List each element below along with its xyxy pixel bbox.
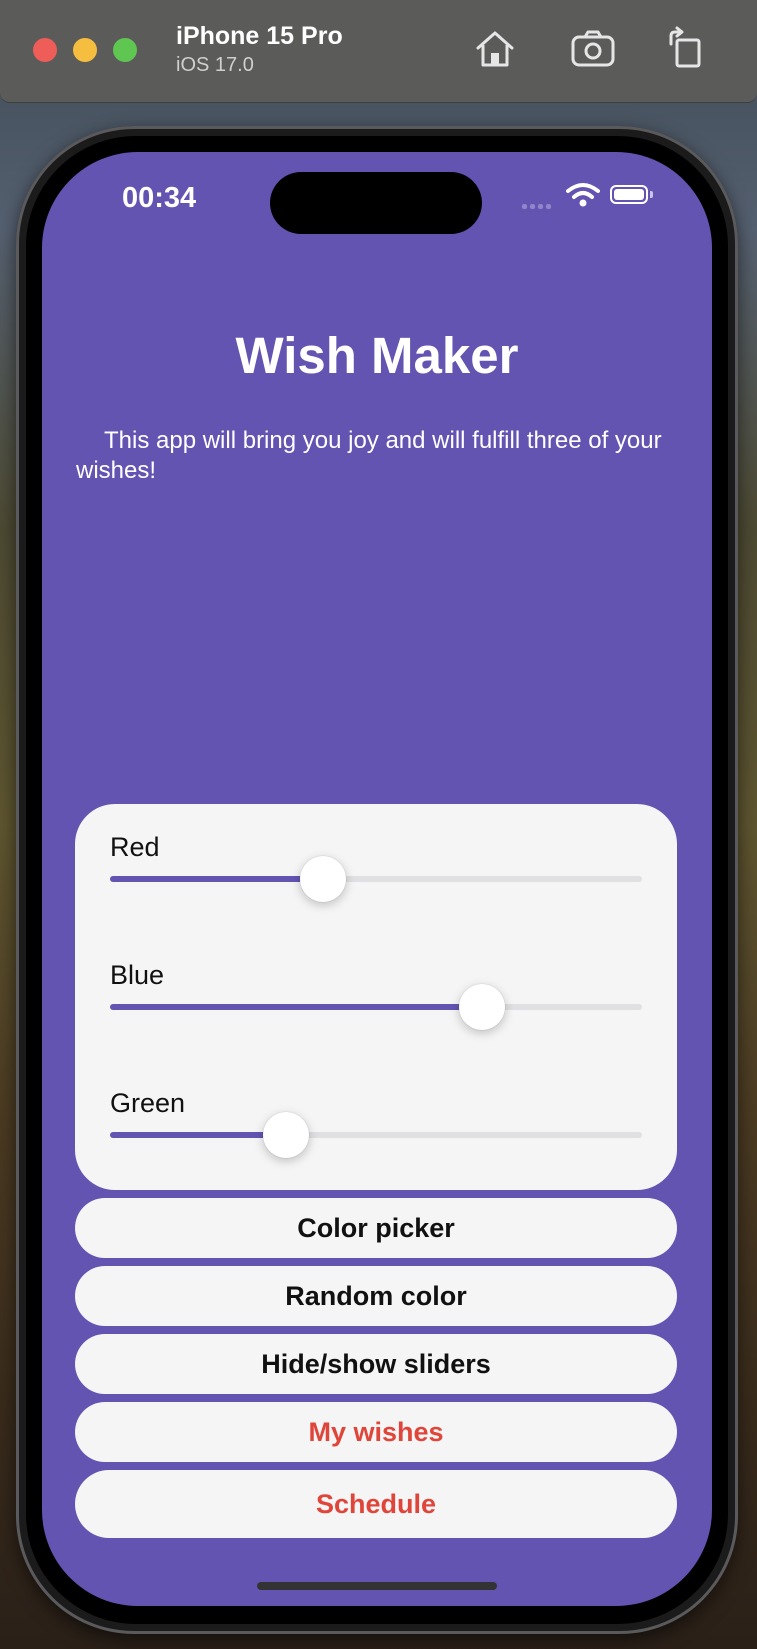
green-slider-thumb[interactable] <box>262 1112 309 1158</box>
zoom-window-button[interactable] <box>113 38 137 62</box>
blue-slider-group: Blue <box>110 960 642 1030</box>
my-wishes-button[interactable]: My wishes <box>75 1402 677 1462</box>
blue-slider[interactable] <box>110 984 642 1030</box>
simulator-toolbar: iPhone 15 Pro iOS 17.0 <box>0 0 757 103</box>
red-slider[interactable] <box>110 856 642 902</box>
home-indicator <box>257 1582 497 1590</box>
red-slider-thumb[interactable] <box>299 856 346 902</box>
schedule-button[interactable]: Schedule <box>75 1470 677 1538</box>
hide-show-sliders-button[interactable]: Hide/show sliders <box>75 1334 677 1394</box>
status-time: 00:34 <box>122 182 197 214</box>
green-slider-fill <box>110 1132 286 1138</box>
rotate-icon[interactable] <box>663 26 709 72</box>
wifi-icon <box>566 183 600 207</box>
dynamic-island <box>270 172 482 234</box>
color-picker-button[interactable]: Color picker <box>75 1198 677 1258</box>
blue-slider-label: Blue <box>110 960 165 990</box>
color-sliders-card: Red Blue Green <box>75 804 677 1190</box>
app-title: Wish Maker <box>235 327 519 384</box>
battery-tip <box>650 191 653 198</box>
blue-slider-fill <box>110 1004 483 1010</box>
screenshot-camera-icon[interactable] <box>570 26 616 72</box>
red-slider-fill <box>110 876 323 882</box>
red-slider-group: Red <box>110 832 642 902</box>
battery-icon <box>610 185 648 204</box>
close-window-button[interactable] <box>33 38 57 62</box>
device-name: iPhone 15 Pro <box>176 22 343 50</box>
green-slider[interactable] <box>110 1112 642 1158</box>
app-screen: 00:34 Wish Maker This app will bring you… <box>42 152 712 1606</box>
app-subtitle: This app will bring you joy and will ful… <box>76 427 662 484</box>
green-slider-label: Green <box>110 1088 186 1118</box>
green-slider-group: Green <box>110 1088 642 1158</box>
blue-slider-thumb[interactable] <box>459 984 506 1030</box>
cellular-signal-icon <box>522 196 554 214</box>
red-slider-label: Red <box>110 832 160 862</box>
minimize-window-button[interactable] <box>73 38 97 62</box>
home-icon[interactable] <box>472 26 518 72</box>
random-color-button[interactable]: Random color <box>75 1266 677 1326</box>
device-os-version: iOS 17.0 <box>176 54 254 76</box>
